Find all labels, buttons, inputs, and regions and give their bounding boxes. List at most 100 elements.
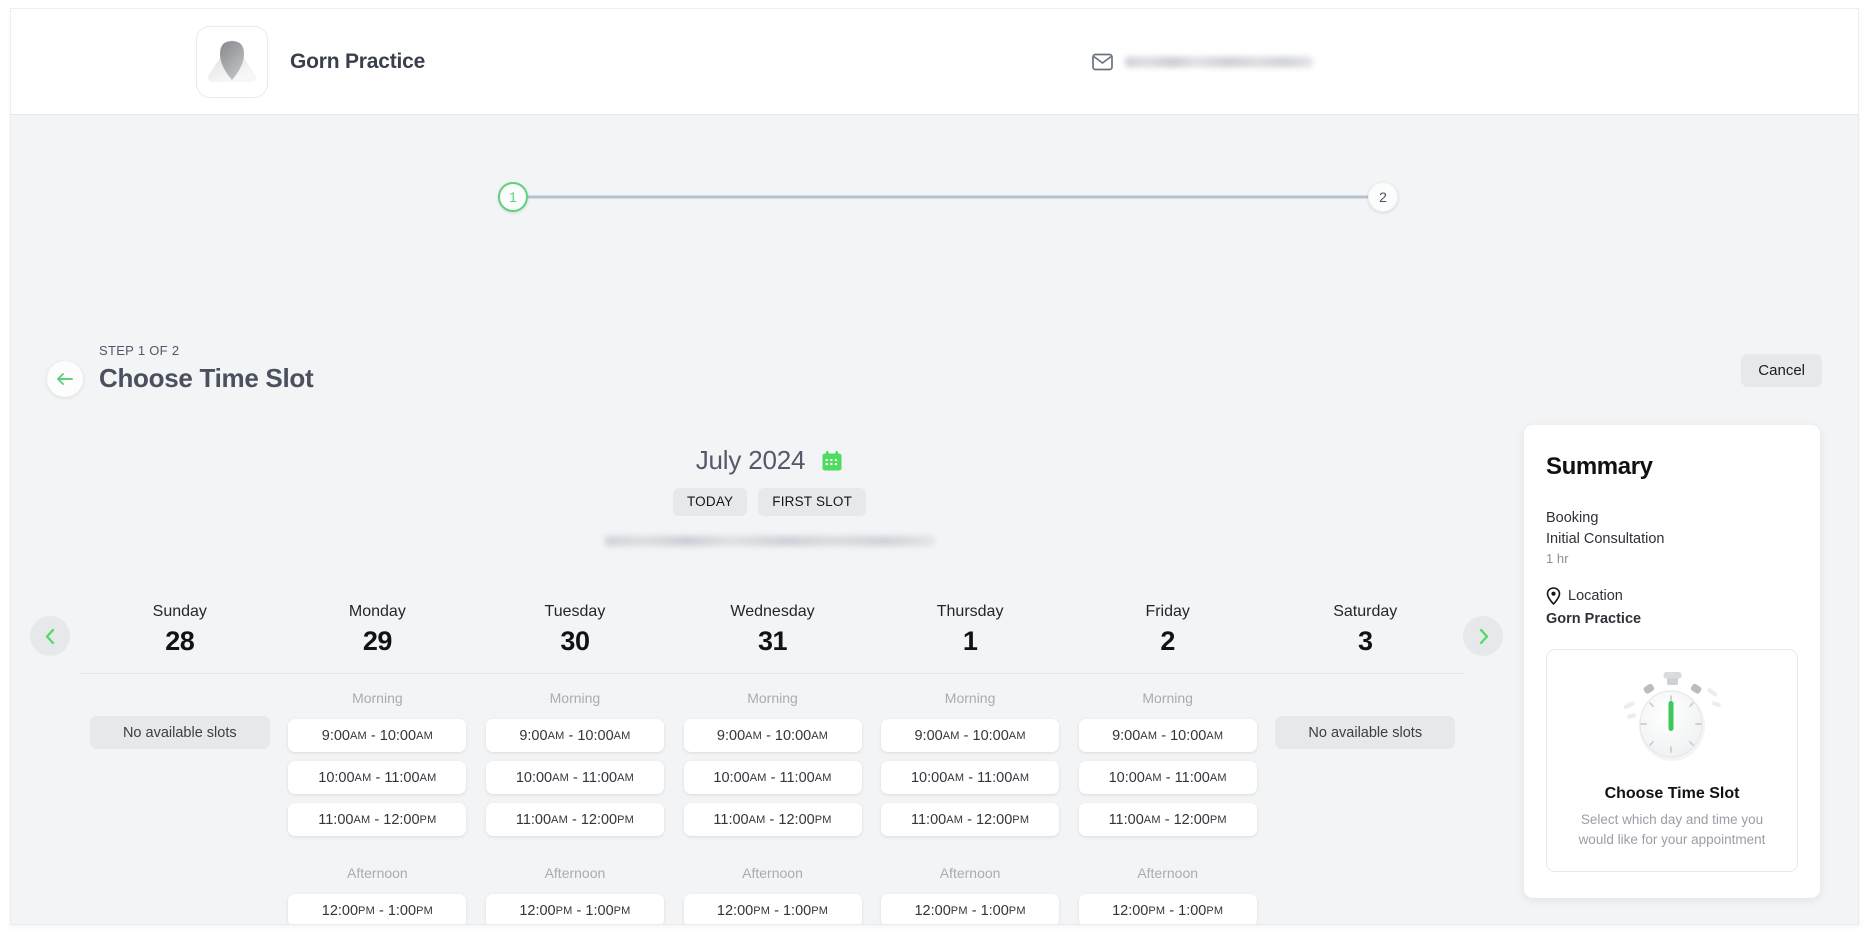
timezone-row: ██████████████████████████████ — [604, 532, 935, 550]
page-title-row: STEP 1 OF 2 Choose Time Slot — [47, 343, 314, 397]
time-slot-button[interactable]: 11:00 AM - 12:00 PM — [683, 803, 862, 836]
chevron-left-icon — [45, 628, 54, 644]
practice-logo-icon — [207, 39, 257, 82]
first-slot-button[interactable]: FIRST SLOT — [758, 488, 867, 516]
day-name: Friday — [1145, 603, 1190, 620]
today-button[interactable]: TODAY — [672, 488, 748, 516]
summary-location: Location Gorn Practice — [1546, 587, 1798, 627]
section-label: Morning — [1142, 690, 1193, 706]
step-1[interactable]: 1 — [498, 182, 528, 212]
summary-panel: Summary Booking Initial Consultation 1 h… — [1524, 425, 1820, 899]
day-slot-column: Morning 9:00 AM - 10:00 AM 10:00 AM - 11:00 AM… — [871, 690, 1069, 924]
day-header: Tuesday 30 — [476, 603, 674, 657]
arrow-left-icon — [57, 373, 73, 385]
time-slot-button[interactable]: 10:00 AM - 11:00 AM — [881, 761, 1060, 794]
time-slot-button[interactable]: 10:00 AM - 11:00 AM — [288, 761, 467, 794]
time-slot-button[interactable]: 9:00 AM - 10:00 AM — [881, 719, 1060, 752]
chevron-right-icon — [1479, 628, 1488, 644]
step-1-number: 1 — [509, 189, 517, 205]
section-label: Afternoon — [1137, 865, 1199, 881]
day-number: 31 — [758, 626, 788, 656]
timezone-redacted: ██████████████████████████████ — [604, 535, 935, 546]
day-header: Friday 2 — [1069, 603, 1267, 657]
time-slot-button[interactable]: 11:00 AM - 12:00 PM — [288, 803, 467, 836]
prev-week-button[interactable] — [30, 616, 70, 656]
grid-divider — [81, 673, 1464, 674]
section-label: Morning — [549, 690, 601, 706]
day-slot-column: Morning 9:00 AM - 10:00 AM 10:00 AM - 11:00 AM… — [674, 690, 872, 924]
step-2-number: 2 — [1379, 189, 1387, 205]
booking-label: Booking — [1546, 510, 1599, 526]
stopwatch-icon — [1623, 672, 1721, 761]
time-slot-button[interactable]: 11:00 AM - 12:00 PM — [1078, 803, 1257, 836]
section-label: Afternoon — [544, 865, 606, 881]
section-label: Afternoon — [347, 865, 408, 881]
time-slot-button[interactable]: 12:00 PM - 1:00 PM — [288, 894, 467, 924]
no-available-slots: No available slots — [89, 716, 270, 749]
step-label: STEP 1 OF 2 — [99, 343, 180, 358]
step-2[interactable]: 2 — [1368, 182, 1398, 212]
practice-logo — [196, 25, 268, 98]
time-slot-button[interactable]: 9:00 AM - 10:00 AM — [288, 719, 467, 752]
contact-email-redacted: ████████████████████ — [1125, 56, 1313, 67]
next-week-button[interactable] — [1463, 616, 1503, 656]
stepper-line — [528, 195, 1368, 199]
day-slot-column: No available slots — [81, 690, 279, 924]
time-slot-button[interactable]: 10:00 AM - 11:00 AM — [1078, 761, 1257, 794]
header-contact: ████████████████████ — [1092, 53, 1313, 70]
day-header: Thursday 1 — [871, 603, 1069, 657]
location-label: Location — [1568, 588, 1623, 604]
illustration-desc: Select which day and time you would like… — [1578, 812, 1766, 847]
time-slot-button[interactable]: 9:00 AM - 10:00 AM — [485, 719, 664, 752]
day-slot-column: Morning 9:00 AM - 10:00 AM 10:00 AM - 11:00 AM… — [476, 690, 674, 924]
brand-name: Gorn Practice — [290, 49, 426, 73]
time-slot-button[interactable]: 12:00 PM - 1:00 PM — [1078, 894, 1257, 924]
section-label: Morning — [352, 690, 403, 706]
time-slot-button[interactable]: 11:00 AM - 12:00 PM — [485, 803, 664, 836]
time-slot-button[interactable]: 9:00 AM - 10:00 AM — [683, 719, 862, 752]
day-header: Monday 29 — [279, 603, 477, 657]
month-title: July 2024 — [695, 445, 806, 475]
slot-columns: No available slots Morning 9:00 AM - 10:00 A… — [81, 690, 1464, 924]
month-row: July 2024 — [696, 445, 844, 476]
day-name: Tuesday — [544, 603, 606, 620]
section-label: Afternoon — [939, 865, 1001, 881]
section-label: Morning — [747, 690, 798, 706]
time-slot-button[interactable]: 9:00 AM - 10:00 AM — [1078, 719, 1257, 752]
day-slot-column: No available slots — [1266, 690, 1464, 924]
day-header: Wednesday 31 — [674, 603, 872, 657]
day-number: 3 — [1357, 626, 1373, 656]
time-slot-button[interactable]: 12:00 PM - 1:00 PM — [881, 894, 1060, 924]
time-slot-button[interactable]: 12:00 PM - 1:00 PM — [683, 894, 862, 924]
booking-page: Gorn Practice ████████████████████ 1 2 — [0, 0, 1869, 936]
day-slot-column: Morning 9:00 AM - 10:00 AM 10:00 AM - 11:00 AM… — [1069, 690, 1267, 924]
time-slot-button[interactable]: 10:00 AM - 11:00 AM — [683, 761, 862, 794]
calendar-quick-actions: TODAY FIRST SLOT — [672, 488, 867, 516]
summary-illustration-card: Choose Time Slot Select which day and ti… — [1546, 649, 1798, 873]
day-name: Sunday — [152, 603, 207, 620]
section-label: Morning — [944, 690, 996, 706]
day-name: Thursday — [936, 603, 1004, 620]
day-number: 2 — [1160, 626, 1175, 656]
time-slot-button[interactable]: 11:00 AM - 12:00 PM — [881, 803, 1060, 836]
cancel-button[interactable]: Cancel — [1741, 354, 1822, 387]
summary-booking: Booking Initial Consultation 1 hr — [1546, 510, 1798, 566]
day-name: Wednesday — [730, 603, 815, 620]
page-title: Choose Time Slot — [99, 363, 314, 393]
mail-icon — [1092, 53, 1113, 70]
day-header: Sunday 28 — [81, 603, 279, 657]
stepper: 1 2 — [498, 177, 1398, 217]
week-grid: Sunday 28 Monday 29 Tuesday 30 Wednesday 31 Thur… — [81, 603, 1464, 924]
back-button[interactable] — [47, 361, 83, 397]
day-number: 30 — [560, 626, 590, 656]
calendar-icon[interactable] — [821, 450, 843, 472]
day-header: Saturday 3 — [1266, 603, 1464, 657]
day-name: Saturday — [1333, 603, 1398, 620]
time-slot-button[interactable]: 10:00 AM - 11:00 AM — [485, 761, 664, 794]
map-pin-icon — [1546, 587, 1561, 605]
section-label: Afternoon — [742, 865, 803, 881]
day-number: 28 — [165, 626, 195, 656]
booking-duration: 1 hr — [1546, 551, 1569, 566]
time-slot-button[interactable]: 12:00 PM - 1:00 PM — [485, 894, 664, 924]
day-number: 1 — [962, 626, 978, 656]
